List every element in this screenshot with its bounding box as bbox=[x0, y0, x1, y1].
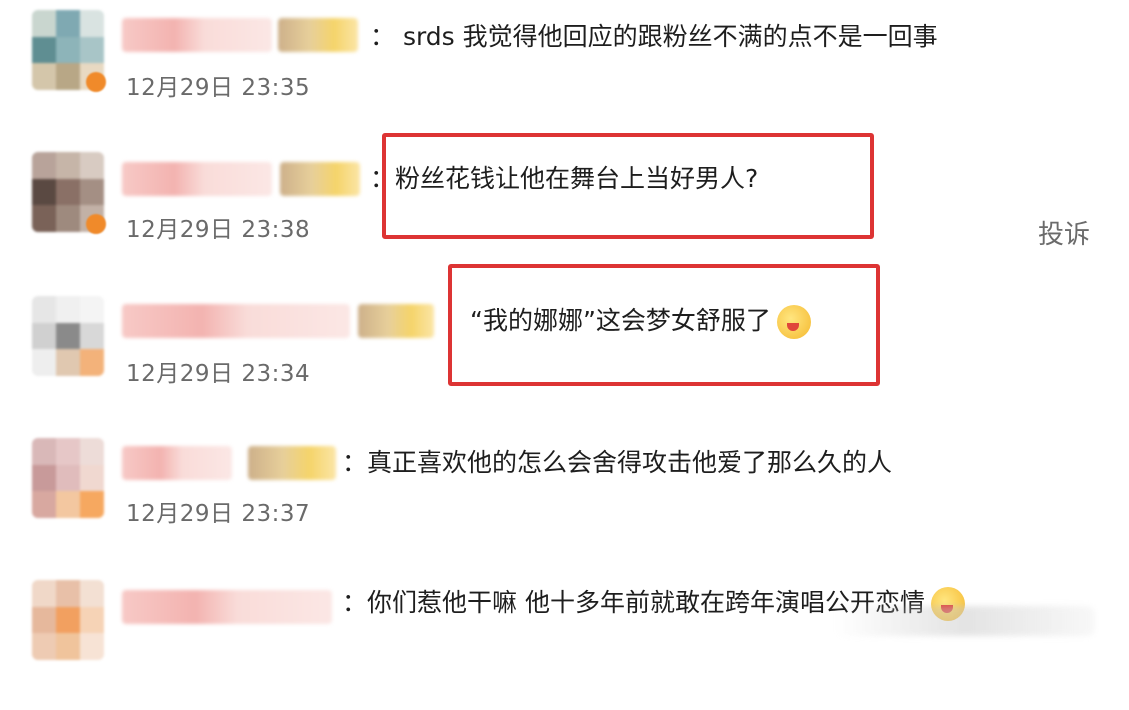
avatar[interactable] bbox=[32, 296, 104, 376]
comment-time: 12月29日 23:38 bbox=[126, 217, 311, 243]
verified-badge-icon bbox=[86, 214, 106, 234]
username-blurred[interactable] bbox=[122, 590, 332, 624]
report-link[interactable]: 投诉 bbox=[1038, 214, 1090, 251]
comment-time: 12月29日 23:35 bbox=[126, 75, 311, 101]
comment-time: 12月29日 23:34 bbox=[126, 361, 311, 387]
username-blurred[interactable] bbox=[122, 162, 272, 196]
watermark bbox=[835, 606, 1095, 636]
username-badge-blurred bbox=[278, 18, 358, 52]
comment-time: 12月29日 23:37 bbox=[126, 501, 311, 527]
comment-item: ：你们惹他干嘛 他十多年前就敢在跨年演唱公开恋情 bbox=[0, 570, 1129, 710]
comment-item: ： srds 我觉得他回应的跟粉丝不满的点不是一回事 12月29日 23:35 bbox=[0, 0, 1129, 140]
username-badge-blurred bbox=[248, 446, 336, 480]
username-badge-blurred bbox=[358, 304, 434, 338]
username-blurred[interactable] bbox=[122, 18, 272, 52]
comment-item: ：真正喜欢他的怎么会舍得攻击他爱了那么久的人 12月29日 23:37 bbox=[0, 428, 1129, 568]
username-blurred[interactable] bbox=[122, 304, 350, 338]
highlight-box bbox=[382, 133, 874, 239]
comment-text: ： srds 我觉得他回应的跟粉丝不满的点不是一回事 bbox=[370, 22, 938, 51]
verified-badge-icon bbox=[86, 72, 106, 92]
username-blurred[interactable] bbox=[122, 446, 232, 480]
avatar[interactable] bbox=[32, 580, 104, 660]
highlight-box bbox=[448, 264, 880, 386]
comment-text: ：真正喜欢他的怎么会舍得攻击他爱了那么久的人 bbox=[342, 448, 893, 477]
username-badge-blurred bbox=[280, 162, 360, 196]
avatar[interactable] bbox=[32, 438, 104, 518]
